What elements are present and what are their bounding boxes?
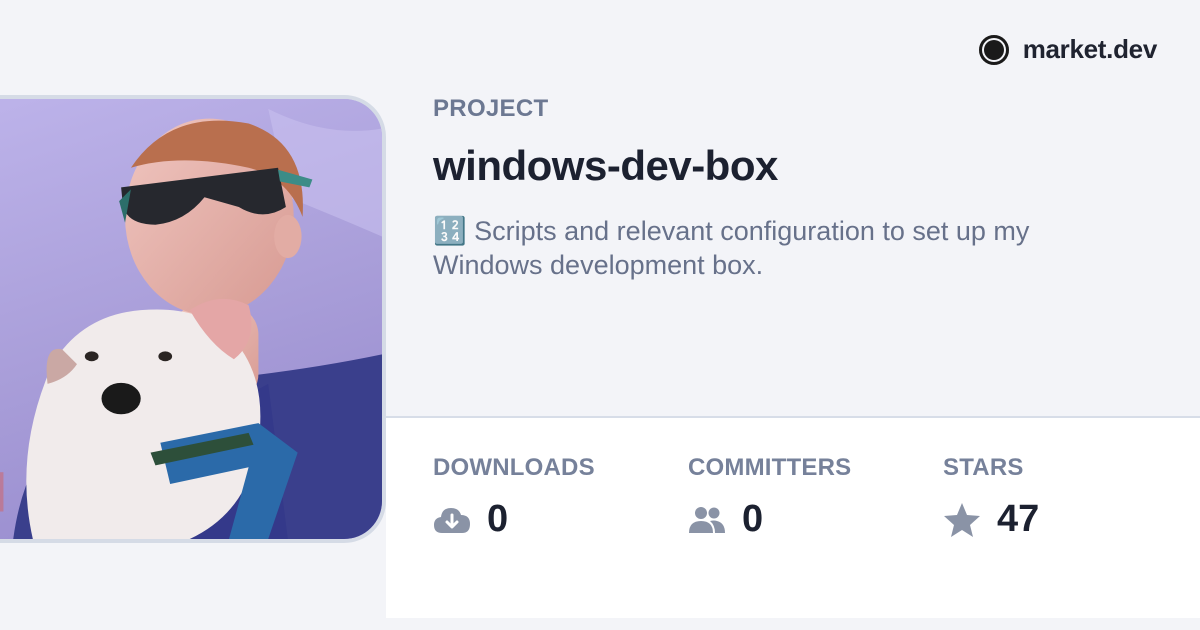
star-icon xyxy=(943,502,981,538)
stat-committers: COMMITTERS 0 xyxy=(688,454,851,541)
bottom-strip xyxy=(0,618,1200,630)
avatar-photo xyxy=(0,99,382,539)
brand-name: market.dev xyxy=(1022,34,1158,64)
avatar xyxy=(0,95,386,543)
stat-downloads: DOWNLOADS 0 xyxy=(433,454,595,541)
stat-value: 0 xyxy=(487,498,509,540)
stat-label: DOWNLOADS xyxy=(433,454,595,481)
circle-logo-icon xyxy=(978,34,1009,65)
brand[interactable]: market.dev xyxy=(978,34,1158,65)
stats-panel: DOWNLOADS 0 COMMITTERS 0 STARS 47 xyxy=(386,416,1200,620)
eyebrow-label: PROJECT xyxy=(433,95,549,122)
stat-stars: STARS 47 xyxy=(943,454,1039,541)
social-card: market.dev PROJECT windows-dev-box 🔢 Scr… xyxy=(0,0,1200,630)
stat-label: COMMITTERS xyxy=(688,454,852,481)
people-icon xyxy=(688,505,726,535)
stat-value: 0 xyxy=(742,498,764,540)
stat-value: 47 xyxy=(997,498,1040,540)
cloud-download-icon xyxy=(433,505,471,535)
project-description: 🔢 Scripts and relevant configuration to … xyxy=(433,216,1030,280)
stat-label: STARS xyxy=(943,454,1024,481)
project-title[interactable]: windows-dev-box xyxy=(433,142,778,190)
